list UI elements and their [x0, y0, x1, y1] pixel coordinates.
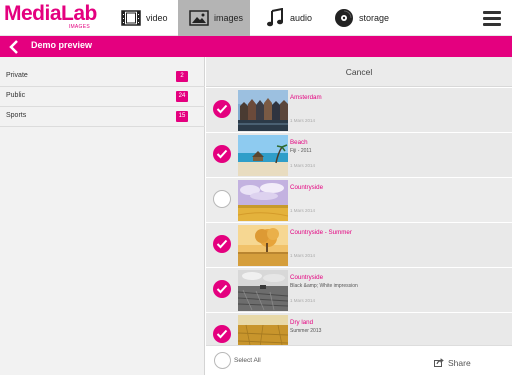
share-label: Share: [448, 358, 471, 368]
image-name: Dry land: [290, 319, 314, 326]
bottom-toolbar: Select All Share: [206, 345, 512, 375]
sidebar-item-private[interactable]: Private 2: [0, 67, 205, 87]
image-date: 1 Mars 2014: [290, 298, 316, 303]
tab-storage[interactable]: storage: [333, 0, 413, 36]
image-name: Countryside: [290, 184, 324, 191]
list-item[interactable]: Beach Fiji - 2011 1 Mars 2014: [206, 133, 512, 178]
disc-icon: [333, 7, 355, 29]
list-item[interactable]: Amsterdam 1 Mars 2014: [206, 88, 512, 133]
tab-audio[interactable]: audio: [260, 0, 330, 36]
list-item[interactable]: Countryside Black &amp; White impression…: [206, 268, 512, 313]
image-name: Countryside - Summer: [290, 229, 352, 236]
cancel-button[interactable]: Cancel: [206, 57, 512, 87]
share-icon: [434, 354, 444, 372]
tab-storage-label: storage: [359, 13, 390, 23]
page-title: Demo preview: [31, 40, 93, 50]
select-all-label[interactable]: Select All: [234, 357, 261, 364]
image-list-panel: Cancel Amsterdam 1 Mars 2014 Beach Fiji …: [206, 57, 512, 375]
image-thumbnail: [238, 135, 288, 176]
tab-video[interactable]: video: [116, 0, 176, 36]
cancel-label: Cancel: [345, 66, 373, 77]
film-icon: [120, 7, 142, 29]
hamburger-menu-icon[interactable]: [478, 6, 506, 30]
logo-subtitle: IMAGES: [68, 24, 90, 30]
chevron-left-icon[interactable]: [6, 38, 22, 55]
list-item[interactable]: Countryside 1 Mars 2014: [206, 178, 512, 223]
category-name: Public: [6, 92, 26, 99]
list-item[interactable]: Countryside - Summer 1 Mars 2014: [206, 223, 512, 268]
image-icon: [188, 7, 210, 29]
category-name: Sports: [6, 112, 27, 119]
image-thumbnail: [238, 180, 288, 221]
image-date: 1 Mars 2014: [290, 118, 316, 123]
image-subtitle: Fiji - 2011: [290, 148, 312, 154]
category-sidebar: Private 2 Public 24 Sports 15: [0, 57, 205, 375]
select-all-checkbox[interactable]: [214, 352, 231, 369]
logo-text: MediaLab: [4, 2, 97, 25]
image-name: Amsterdam: [290, 94, 322, 101]
checkmark-icon[interactable]: [213, 100, 231, 118]
checkmark-icon[interactable]: [213, 280, 231, 298]
checkmark-icon[interactable]: [213, 325, 231, 343]
app-logo: MediaLab IMAGES: [4, 3, 114, 33]
image-name: Countryside: [290, 274, 324, 281]
category-count-badge: 2: [176, 71, 188, 82]
category-count-badge: 24: [176, 91, 188, 102]
image-name: Beach: [290, 139, 308, 146]
top-navigation-bar: MediaLab IMAGES video images audio stora…: [0, 0, 512, 36]
share-button[interactable]: Share: [434, 354, 471, 372]
empty-circle-icon[interactable]: [213, 190, 231, 208]
sidebar-item-sports[interactable]: Sports 15: [0, 107, 205, 127]
image-thumbnail: [238, 90, 288, 131]
image-subtitle: Black &amp; White impression: [290, 283, 358, 289]
tab-audio-label: audio: [290, 13, 313, 23]
sidebar-item-public[interactable]: Public 24: [0, 87, 205, 107]
image-thumbnail: [238, 270, 288, 311]
image-thumbnail: [238, 225, 288, 266]
category-count-badge: 15: [176, 111, 188, 122]
page-header: Demo preview: [0, 36, 512, 57]
tab-video-label: video: [146, 13, 168, 23]
image-date: 1 Mars 2014: [290, 208, 316, 213]
image-date: 1 Mars 2014: [290, 163, 316, 168]
tab-images-label: images: [214, 13, 244, 23]
checkmark-icon[interactable]: [213, 145, 231, 163]
music-note-icon: [264, 7, 286, 29]
tab-images[interactable]: images: [178, 0, 250, 36]
checkmark-icon[interactable]: [213, 235, 231, 253]
image-date: 1 Mars 2014: [290, 253, 316, 258]
category-name: Private: [6, 72, 28, 79]
image-subtitle: Summer 2013: [290, 328, 322, 334]
